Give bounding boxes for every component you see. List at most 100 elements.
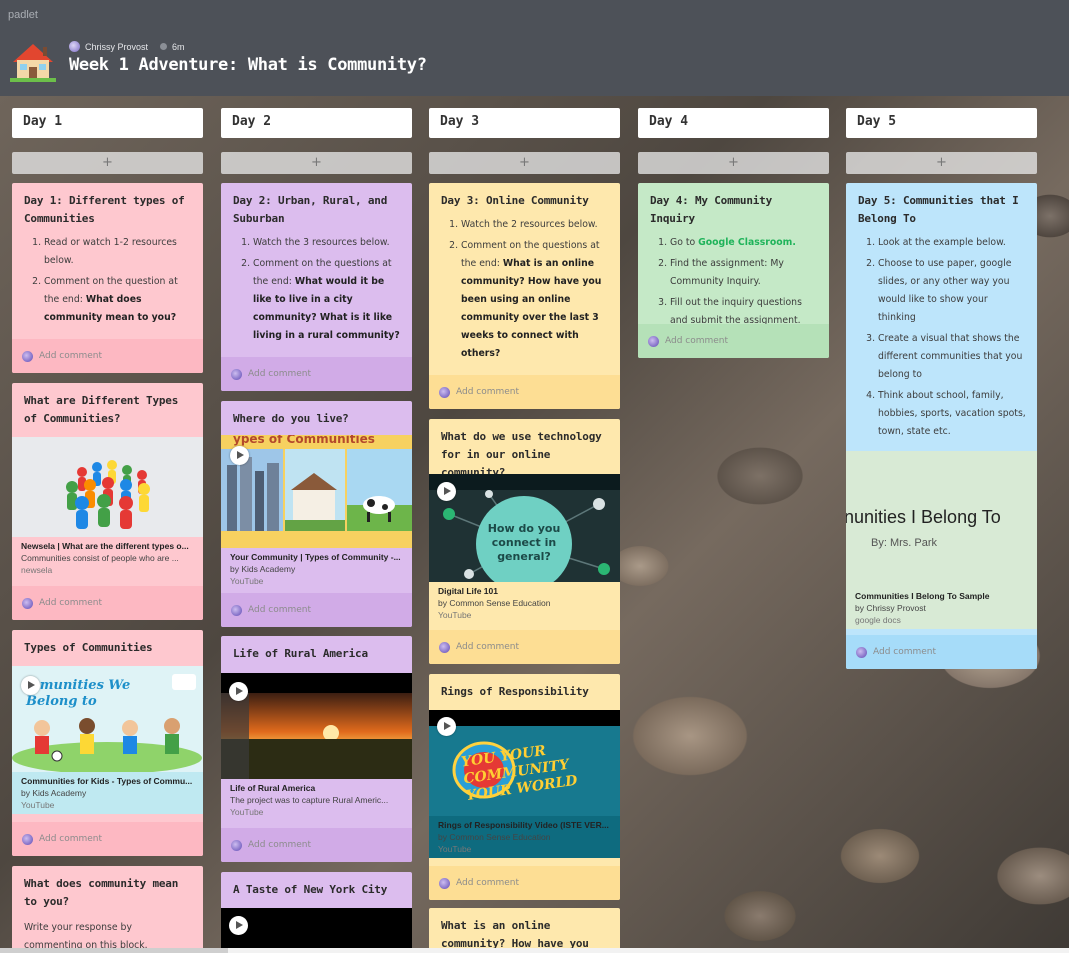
column-header[interactable]: Day 3: [429, 108, 620, 138]
play-icon[interactable]: [21, 676, 40, 695]
top-bar: padlet Chrissy Provost 6m Week 1 Adventu…: [0, 0, 1069, 96]
attachment-info: Communities for Kids - Types of Commu...…: [12, 772, 203, 814]
post-title: Life of Rural America: [233, 647, 368, 660]
list-item: Look at the example below.: [878, 234, 1027, 252]
video-attachment[interactable]: How do you connect in general? Digital L…: [429, 474, 620, 624]
attachment-author: by Common Sense Education: [438, 832, 551, 842]
post-card[interactable]: Day 3: Online Community Watch the 2 reso…: [429, 183, 620, 409]
add-comment[interactable]: Add comment: [429, 375, 620, 409]
document-attachment[interactable]: nunities I Belong To By: Mrs. Park Commu…: [846, 451, 1037, 629]
add-post-button[interactable]: +: [429, 152, 620, 174]
author-name[interactable]: Chrissy Provost: [85, 42, 148, 52]
attachment-source: YouTube: [230, 807, 264, 817]
column-header[interactable]: Day 1: [12, 108, 203, 138]
attachment-source: YouTube: [438, 610, 472, 620]
post-card[interactable]: Where do you live? ypes of Communities Y…: [221, 401, 412, 627]
post-card[interactable]: Day 5: Communities that I Belong To Look…: [846, 183, 1037, 669]
add-comment[interactable]: Add comment: [12, 339, 203, 373]
attachment-author: by Kids Academy: [230, 564, 296, 574]
post-card[interactable]: What is an online community? How have yo…: [429, 908, 620, 948]
post-card[interactable]: Day 4: My Community Inquiry Go to Google…: [638, 183, 829, 358]
play-icon[interactable]: [229, 916, 248, 935]
user-avatar: [22, 350, 33, 362]
add-comment[interactable]: Add comment: [221, 828, 412, 862]
document-thumbnail: nunities I Belong To By: Mrs. Park: [846, 451, 1037, 587]
video-attachment[interactable]: mmunities We Belong to Communities for K…: [12, 666, 203, 814]
play-icon[interactable]: [229, 682, 248, 701]
post-title: What do we use technology for in our onl…: [441, 430, 602, 479]
add-post-button[interactable]: +: [638, 152, 829, 174]
add-comment[interactable]: Add comment: [221, 593, 412, 627]
post-card[interactable]: What does community mean to you? Write y…: [12, 866, 203, 948]
post-title: Day 4: My Community Inquiry: [650, 194, 773, 225]
add-comment[interactable]: Add comment: [846, 635, 1037, 669]
video-thumbnail: [221, 673, 412, 779]
post-card[interactable]: Life of Rural America Life of Rural Amer…: [221, 636, 412, 862]
list-item: Create a visual that shows the different…: [878, 330, 1027, 384]
add-post-button[interactable]: +: [846, 152, 1037, 174]
post-card[interactable]: Rings of Responsibility YOU YOUR COMMUNI…: [429, 674, 620, 900]
thumbnail-caption: How do you connect in general?: [487, 522, 561, 563]
attachment-description: The project was to capture Rural Americ.…: [230, 795, 389, 805]
list-item: Comment on the question at the end: What…: [44, 273, 193, 327]
video-thumbnail: [221, 908, 412, 948]
post-body: Go to Google Classroom. Find the assignm…: [638, 228, 829, 330]
attachment-description: Communities consist of people who are ..…: [21, 553, 179, 563]
column-day-1: Day 1 +: [12, 108, 203, 174]
post-card[interactable]: What do we use technology for in our onl…: [429, 419, 620, 664]
add-comment[interactable]: Add comment: [221, 357, 412, 391]
video-attachment[interactable]: YOU YOUR COMMUNITY YOUR WORLD Rings of R…: [429, 710, 620, 858]
post-card[interactable]: A Taste of New York City: [221, 872, 412, 948]
column-header[interactable]: Day 5: [846, 108, 1037, 138]
attachment-author: by Chrissy Provost: [855, 603, 926, 613]
post-card[interactable]: Day 1: Different types of Communities Re…: [12, 183, 203, 373]
list-item: Go to Google Classroom.: [670, 234, 819, 252]
list-item: Read or watch 1-2 resources below.: [44, 234, 193, 270]
column-day-3: Day 3 +: [429, 108, 620, 174]
add-comment[interactable]: Add comment: [12, 822, 203, 856]
list-item: Think about school, family, hobbies, spo…: [878, 387, 1027, 441]
attachment-author: by Kids Academy: [21, 788, 87, 798]
add-post-button[interactable]: +: [12, 152, 203, 174]
add-comment[interactable]: Add comment: [429, 866, 620, 900]
google-classroom-link[interactable]: Google Classroom.: [698, 237, 796, 248]
play-icon[interactable]: [437, 717, 456, 736]
add-comment[interactable]: Add comment: [12, 586, 203, 620]
link-attachment[interactable]: Newsela | What are the different types o…: [12, 437, 203, 579]
add-comment[interactable]: Add comment: [429, 630, 620, 664]
post-body: Write your response by commenting on thi…: [24, 922, 148, 948]
post-card[interactable]: Types of Communities mmunities We Belong…: [12, 630, 203, 856]
video-attachment[interactable]: [221, 908, 412, 948]
post-card[interactable]: What are Different Types of Communities?: [12, 383, 203, 620]
column-day-4: Day 4 +: [638, 108, 829, 174]
column-header[interactable]: Day 4: [638, 108, 829, 138]
video-thumbnail: How do you connect in general?: [429, 474, 620, 582]
post-title: Day 5: Communities that I Belong To: [858, 194, 1019, 225]
post-title: Types of Communities: [24, 641, 153, 654]
add-post-button[interactable]: +: [221, 152, 412, 174]
post-title: What is an online community? How have yo…: [441, 919, 589, 948]
post-body: Watch the 2 resources below. Comment on …: [429, 210, 620, 363]
page-title: Week 1 Adventure: What is Community?: [69, 55, 427, 75]
play-icon[interactable]: [230, 446, 249, 465]
post-title: What does community mean to you?: [24, 877, 179, 908]
attachment-info: Life of Rural America The project was to…: [221, 779, 412, 821]
list-item: Comment on the questions at the end: Wha…: [253, 255, 402, 345]
user-avatar: [231, 604, 242, 616]
video-attachment[interactable]: ypes of Communities Your Community | Typ…: [221, 435, 412, 590]
author-avatar[interactable]: [69, 41, 80, 52]
add-comment[interactable]: Add comment: [638, 324, 829, 358]
video-attachment[interactable]: Life of Rural America The project was to…: [221, 673, 412, 821]
updated-time: 6m: [172, 41, 185, 52]
post-meta: Chrissy Provost 6m: [69, 41, 185, 52]
attachment-source: YouTube: [438, 844, 472, 854]
app-brand[interactable]: padlet: [8, 9, 38, 21]
post-card[interactable]: Day 2: Urban, Rural, and Suburban Watch …: [221, 183, 412, 391]
house-icon: [10, 44, 56, 82]
user-avatar: [22, 833, 33, 845]
horizontal-scrollbar[interactable]: [0, 948, 1069, 953]
play-icon[interactable]: [437, 482, 456, 501]
children-illustration: [12, 674, 202, 772]
column-header[interactable]: Day 2: [221, 108, 412, 138]
attachment-title: Life of Rural America: [230, 783, 316, 793]
